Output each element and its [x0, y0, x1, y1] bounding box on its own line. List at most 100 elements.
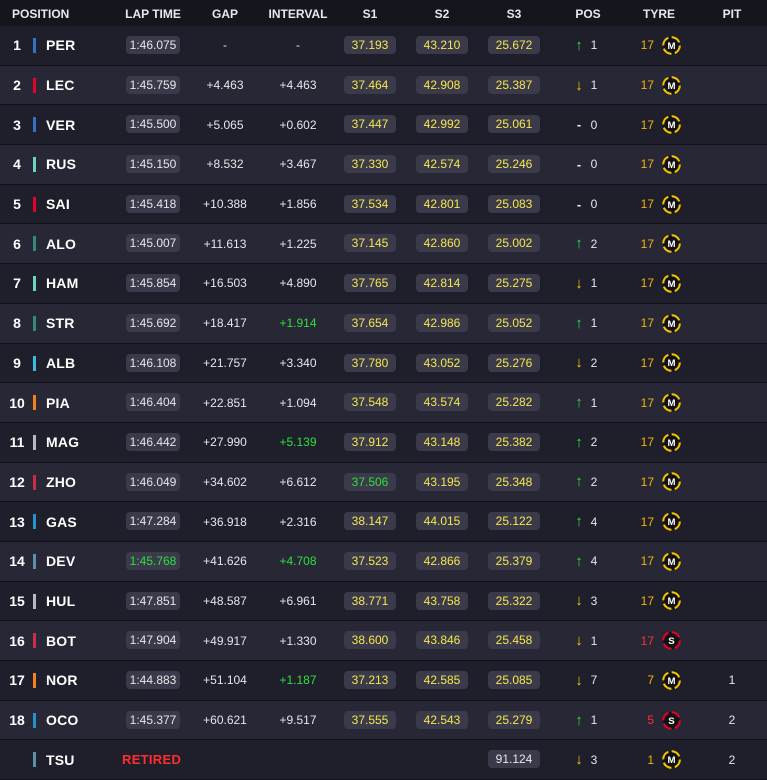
position-number: 2: [13, 77, 21, 94]
sector-2-time: 43.148: [416, 432, 468, 451]
table-row[interactable]: 18 OCO 1:45.377 +60.621 +9.517 37.555 42.543 25…: [0, 700, 767, 741]
svg-text:M: M: [667, 557, 675, 568]
sector-3-time: 25.083: [488, 194, 540, 213]
tyre-laps: 17: [640, 78, 654, 93]
arrow-down-icon: ↓: [575, 671, 583, 689]
table-row[interactable]: 2 LEC 1:45.759 +4.463 +4.463 37.464 42.908 25.3…: [0, 65, 767, 106]
sector-2-time: 42.908: [416, 75, 468, 94]
tyre-laps: 17: [640, 474, 654, 489]
arrow-down-icon: ↓: [575, 274, 583, 292]
sector-3-time: 25.279: [488, 710, 540, 729]
gap-value: +34.602: [203, 474, 247, 489]
driver-code: HAM: [46, 275, 79, 292]
gap-value: [200, 740, 250, 779]
driver-code: MAG: [46, 434, 80, 451]
gap-value: +18.417: [203, 316, 247, 331]
arrow-up-icon: ↑: [575, 36, 583, 54]
position-change: 2: [590, 355, 598, 370]
table-row[interactable]: 9 ALB 1:46.108 +21.757 +3.340 37.780 43.052 25.…: [0, 343, 767, 384]
tyre-laps: 17: [640, 593, 654, 608]
table-row[interactable]: 11 MAG 1:46.442 +27.990 +5.139 37.912 43.148 25…: [0, 422, 767, 463]
gap-value: +36.918: [203, 514, 247, 529]
medium-tyre-icon: M: [660, 383, 682, 422]
svg-text:M: M: [667, 676, 675, 687]
gap-value: +16.503: [203, 276, 247, 291]
lap-time: 1:46.442: [126, 432, 180, 451]
sector-1-time: 37.330: [344, 155, 396, 174]
table-row[interactable]: 1 PER 1:46.075 - - 37.193 43.210 25.672 ↑ 1 17 M: [0, 26, 767, 66]
lap-time: 1:45.854: [126, 274, 180, 293]
pit-count: [716, 26, 748, 65]
svg-text:M: M: [667, 477, 675, 488]
interval-value: +1.856: [279, 197, 317, 212]
interval-value: +3.467: [279, 157, 317, 172]
table-row[interactable]: 6 ALO 1:45.007 +11.613 +1.225 37.145 42.860 25.…: [0, 224, 767, 265]
sector-2-time: 42.860: [416, 234, 468, 253]
pit-count: [716, 185, 748, 224]
position-number: 11: [9, 434, 25, 451]
lap-time: 1:45.759: [126, 75, 180, 94]
arrow-up-icon: ↑: [575, 394, 583, 412]
sector-2-time: 42.992: [416, 115, 468, 134]
lap-time: 1:45.768: [126, 551, 180, 570]
svg-text:M: M: [667, 160, 675, 171]
tyre-laps: 17: [640, 435, 654, 450]
interval-value: +3.340: [279, 355, 317, 370]
medium-tyre-icon: M: [660, 661, 682, 700]
table-row[interactable]: 16 BOT 1:47.904 +49.917 +1.330 38.600 43.846 25…: [0, 621, 767, 661]
table-row[interactable]: 13 GAS 1:47.284 +36.918 +2.316 38.147 44.015 25…: [0, 502, 767, 542]
position-number: 12: [9, 473, 25, 490]
team-color-bar: [33, 633, 36, 649]
medium-tyre-icon: M: [660, 304, 682, 343]
tyre-laps: 17: [640, 316, 654, 331]
medium-tyre-icon: M: [660, 740, 682, 779]
position-change: 0: [590, 157, 598, 172]
sector-3-time: 25.002: [488, 234, 540, 253]
interval-value: +1.094: [279, 395, 317, 410]
driver-code: RUS: [46, 156, 77, 173]
position-number: 4: [13, 156, 21, 173]
arrow-up-icon: ↑: [575, 235, 583, 253]
driver-code: BOT: [46, 632, 77, 649]
gap-value: +4.463: [206, 78, 244, 93]
sector-3-time: 25.458: [488, 631, 540, 650]
table-row[interactable]: TSU RETIRED 91.124 ↓ 3 1 M 2: [0, 740, 767, 780]
table-row[interactable]: 7 HAM 1:45.854 +16.503 +4.890 37.765 42.814 25.…: [0, 264, 767, 304]
svg-text:M: M: [667, 81, 675, 92]
sector-3-time: 25.275: [488, 274, 540, 293]
interval-value: +1.914: [279, 316, 317, 331]
position-number: 7: [13, 275, 21, 292]
sector-3-time: 25.122: [488, 512, 540, 531]
tyre-laps: 7: [647, 673, 654, 688]
position-change: 1: [590, 78, 598, 93]
arrow-up-icon: ↑: [575, 552, 583, 570]
table-row[interactable]: 3 VER 1:45.500 +5.065 +0.602 37.447 42.992 25.0…: [0, 105, 767, 146]
table-row[interactable]: 10 PIA 1:46.404 +22.851 +1.094 37.548 43.574 25…: [0, 383, 767, 423]
team-color-bar: [33, 673, 36, 688]
svg-text:M: M: [667, 200, 675, 211]
table-row[interactable]: 8 STR 1:45.692 +18.417 +1.914 37.654 42.986 25.…: [0, 303, 767, 344]
table-row[interactable]: 15 HUL 1:47.851 +48.587 +6.961 38.771 43.758 25…: [0, 581, 767, 622]
header-lap-time: LAP TIME: [125, 7, 181, 21]
table-row[interactable]: 4 RUS 1:45.150 +8.532 +3.467 37.330 42.574 25.2…: [0, 145, 767, 185]
table-row[interactable]: 12 ZHO 1:46.049 +34.602 +6.612 37.506 43.195 25…: [0, 462, 767, 503]
gap-value: -: [223, 38, 227, 53]
interval-value: +1.225: [279, 236, 317, 251]
interval-value: +1.187: [279, 673, 317, 688]
position-change: 1: [590, 316, 598, 331]
table-row[interactable]: 14 DEV 1:45.768 +41.626 +4.708 37.523 42.866 25…: [0, 541, 767, 582]
driver-code: OCO: [46, 712, 79, 729]
interval-value: +5.139: [279, 435, 317, 450]
table-row[interactable]: 5 SAI 1:45.418 +10.388 +1.856 37.534 42.801 25.…: [0, 184, 767, 225]
arrow-down-icon: ↓: [575, 632, 583, 650]
pit-count: 1: [728, 673, 736, 688]
team-color-bar: [33, 474, 36, 490]
interval-value: +4.463: [279, 78, 317, 93]
sector-3-time: 25.348: [488, 472, 540, 491]
sector-1-time: 38.600: [344, 631, 396, 650]
sector-3-time: 91.124: [488, 750, 540, 769]
position-number: 17: [9, 672, 25, 689]
team-color-bar: [33, 157, 36, 173]
table-row[interactable]: 17 NOR 1:44.883 +51.104 +1.187 37.213 42.585 25…: [0, 661, 767, 701]
interval-value: +2.316: [279, 514, 317, 529]
